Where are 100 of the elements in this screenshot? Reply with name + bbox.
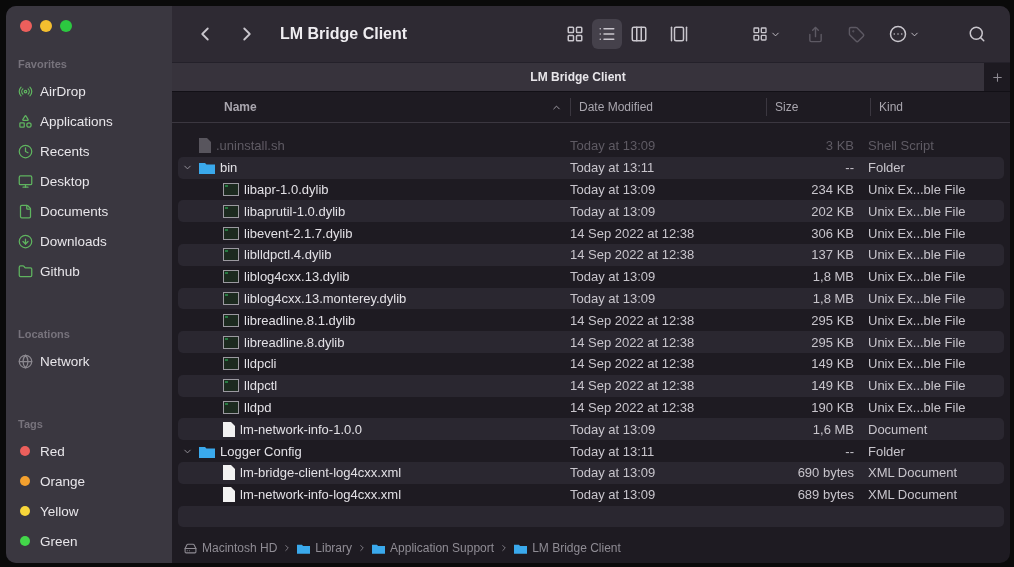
date-modified: 14 Sep 2022 at 12:38	[570, 378, 696, 394]
file-row[interactable]: libaprutil-1.0.dylib Today at 13:09 202 KB Unix Ex...ble File	[178, 200, 1004, 223]
folder-icon	[372, 542, 386, 554]
sidebar-item[interactable]: AirDrop	[16, 76, 164, 106]
folder-icon	[297, 542, 311, 554]
file-row[interactable]: lldpctl 14 Sep 2022 at 12:38 149 KB Unix Ex...ble File	[178, 374, 1004, 397]
path-item[interactable]: Macintosh HD	[202, 541, 278, 556]
file-size: 1,8 MB	[811, 269, 854, 285]
file-kind: Folder	[867, 443, 905, 459]
path-item[interactable]: LM Bridge Client	[532, 541, 621, 556]
path-item[interactable]: Library	[315, 541, 353, 556]
terminal-file-icon	[223, 204, 239, 218]
sidebar-item[interactable]: Green	[16, 526, 164, 556]
file-row[interactable]: libreadline.8.dylib 14 Sep 2022 at 12:38 295 KB Unix Ex...ble File	[178, 331, 1004, 353]
date-modified: Today at 13:11	[570, 160, 656, 176]
file-row[interactable]: libapr-1.0.dylib Today at 13:09 234 KB Unix Ex...ble File	[178, 178, 1004, 201]
file-name: libevent-2.1.7.dylib	[244, 225, 353, 241]
file-kind: Unix Ex...ble File	[867, 290, 966, 306]
file-row[interactable]: bin Today at 13:11 -- Folder	[178, 156, 1004, 179]
column-header[interactable]: Kind	[870, 98, 1000, 116]
file-row[interactable]: lldpd 14 Sep 2022 at 12:38 190 KB Unix Ex...ble File	[178, 396, 1004, 419]
sidebar-item[interactable]: Recents	[16, 136, 164, 166]
file-kind: Unix Ex...ble File	[867, 312, 966, 328]
file-kind: Unix Ex...ble File	[867, 356, 966, 372]
file-size: 234 KB	[810, 182, 854, 197]
file-row[interactable]: liblog4cxx.13.dylib Today at 13:09 1,8 MB Unix Ex...ble File	[178, 265, 1004, 288]
file-row[interactable]: lm-bridge-client-log4cxx.xml Today at 13:09 690 bytes XML Document	[178, 461, 1004, 484]
date-modified: 14 Sep 2022 at 12:38	[570, 356, 696, 372]
terminal-file-icon	[223, 226, 239, 240]
gallery-view-icon	[670, 25, 688, 43]
file-size: 689 bytes	[796, 487, 854, 503]
file-size: 295 KB	[810, 334, 854, 350]
file-kind: Unix Ex...ble File	[867, 225, 966, 241]
sidebar-item[interactable]: Applications	[16, 106, 164, 136]
file-name: libreadline.8.1.dylib	[244, 312, 356, 328]
terminal-file-icon	[223, 313, 239, 327]
file-kind: Document	[867, 421, 928, 437]
date-modified: Today at 13:09	[570, 465, 657, 481]
column-header[interactable]: Size	[766, 98, 870, 116]
list-view-icon	[598, 25, 616, 43]
file-name: lm-network-info-log4cxx.xml	[240, 487, 402, 503]
file-size: 306 KB	[810, 225, 854, 241]
sidebar-item[interactable]: Orange	[16, 466, 164, 496]
file-name: liblog4cxx.13.monterey.dylib	[244, 290, 407, 306]
grid-icon	[752, 26, 768, 42]
date-modified: Today at 13:09	[570, 203, 657, 219]
document-icon	[223, 421, 235, 437]
folder-icon	[514, 542, 528, 554]
file-row[interactable]: libevent-2.1.7.dylib 14 Sep 2022 at 12:38 306 KB Unix Ex...ble File	[178, 222, 1004, 244]
minimize-button[interactable]	[40, 20, 52, 32]
new-tab-button[interactable]	[984, 63, 1010, 91]
file-name: lm-bridge-client-log4cxx.xml	[240, 465, 402, 481]
columns-view-icon	[630, 25, 648, 43]
list-view-button[interactable]	[592, 19, 622, 49]
file-name: liblog4cxx.13.dylib	[244, 269, 350, 285]
file-row[interactable]: Logger Config Today at 13:11 -- Folder	[178, 440, 1004, 462]
folder-icon	[199, 161, 215, 175]
zoom-button[interactable]	[60, 20, 72, 32]
download-icon	[18, 233, 33, 249]
file-row[interactable]: liblog4cxx.13.monterey.dylib Today at 13:09 1,8 MB Unix Ex...ble File	[178, 287, 1004, 310]
sidebar-item[interactable]: Github	[16, 256, 164, 286]
file-row[interactable]: libreadline.8.1.dylib 14 Sep 2022 at 12:38 295 KB Unix Ex...ble File	[178, 309, 1004, 332]
file-row[interactable]: lm-network-info-log4cxx.xml Today at 13:09 689 bytes XML Document	[178, 483, 1004, 506]
folder-icon	[199, 444, 215, 458]
sidebar-item[interactable]: Documents	[16, 196, 164, 226]
file-name: libapr-1.0.dylib	[244, 182, 329, 197]
file-kind: Unix Ex...ble File	[867, 399, 966, 415]
sidebar-heading: Locations	[18, 328, 71, 340]
document-icon	[199, 138, 211, 154]
file-name: bin	[220, 160, 238, 176]
file-kind: Unix Ex...ble File	[867, 203, 966, 219]
file-kind: Unix Ex...ble File	[867, 247, 966, 263]
column-header[interactable]: Date Modified	[570, 98, 766, 116]
file-name: .uninstall.sh	[216, 138, 285, 154]
sidebar-item[interactable]: Downloads	[16, 226, 164, 256]
shapes-icon	[18, 113, 33, 129]
sidebar-item[interactable]: Red	[16, 436, 164, 466]
sidebar-item[interactable]: Network	[16, 346, 164, 376]
date-modified: Today at 13:09	[570, 487, 657, 503]
file-size: 202 KB	[810, 203, 854, 219]
close-button[interactable]	[20, 20, 32, 32]
terminal-file-icon	[223, 400, 239, 414]
terminal-file-icon	[223, 357, 239, 371]
file-name: Logger Config	[220, 443, 302, 459]
file-row[interactable]: liblldpctl.4.dylib 14 Sep 2022 at 12:38 137 KB Unix Ex...ble File	[178, 244, 1004, 266]
sidebar-item[interactable]: Yellow	[16, 496, 164, 526]
path-item[interactable]: Application Support	[390, 541, 495, 556]
window-title: LM Bridge Client	[280, 25, 409, 43]
icons-view-icon	[566, 25, 584, 43]
date-modified: 14 Sep 2022 at 12:38	[570, 225, 696, 241]
column-header[interactable]: Name	[172, 98, 570, 116]
file-size: 1,8 MB	[811, 290, 854, 306]
document-icon	[18, 203, 33, 219]
monitor-icon	[18, 173, 33, 189]
file-row[interactable]: lm-network-info-1.0.0 Today at 13:09 1,6 MB Document	[178, 418, 1004, 441]
sidebar-heading: Tags	[18, 418, 44, 430]
terminal-file-icon	[223, 291, 239, 305]
file-row[interactable]: lldpcli 14 Sep 2022 at 12:38 149 KB Unix Ex...ble File	[178, 352, 1004, 375]
file-kind: Unix Ex...ble File	[867, 269, 966, 285]
sidebar-item[interactable]: Desktop	[16, 166, 164, 196]
